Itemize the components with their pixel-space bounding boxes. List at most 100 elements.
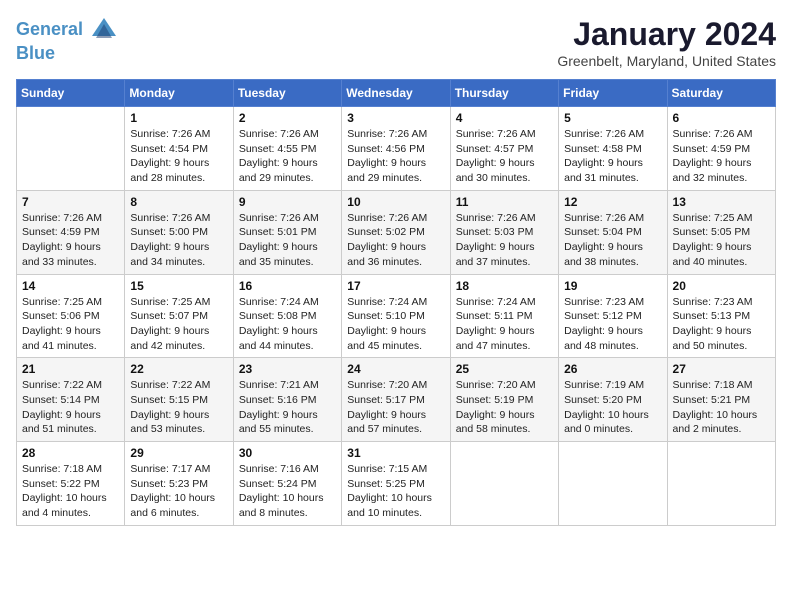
day-info: Sunrise: 7:25 AMSunset: 5:06 PMDaylight:…	[22, 295, 119, 354]
day-number: 18	[456, 279, 553, 293]
day-number: 22	[130, 362, 227, 376]
day-number: 13	[673, 195, 770, 209]
day-number: 31	[347, 446, 444, 460]
table-row: 12Sunrise: 7:26 AMSunset: 5:04 PMDayligh…	[559, 190, 667, 274]
table-row: 17 Sunrise: 7:24 AMSunset: 5:10 PMDayligh…	[342, 274, 450, 358]
day-number: 17	[347, 279, 444, 293]
col-friday: Friday	[559, 80, 667, 107]
table-row: 21Sunrise: 7:22 AMSunset: 5:14 PMDayligh…	[17, 358, 125, 442]
logo-text: General	[16, 16, 118, 44]
day-info: Sunrise: 7:24 AMSunset: 5:10 PMDaylight:…	[347, 295, 444, 354]
table-row: 24 Sunrise: 7:20 AMSunset: 5:17 PMDayligh…	[342, 358, 450, 442]
calendar-week-row: 28 Sunrise: 7:18 AMSunset: 5:22 PMDayligh…	[17, 442, 776, 526]
table-row: 2 Sunrise: 7:26 AMSunset: 4:55 PMDaylight…	[233, 107, 341, 191]
calendar-week-row: 1 Sunrise: 7:26 AMSunset: 4:54 PMDaylight…	[17, 107, 776, 191]
day-number: 29	[130, 446, 227, 460]
day-info: Sunrise: 7:20 AMSunset: 5:17 PMDaylight:…	[347, 378, 444, 437]
table-row	[17, 107, 125, 191]
day-info: Sunrise: 7:26 AMSunset: 4:59 PMDaylight:…	[673, 127, 770, 186]
calendar-week-row: 14 Sunrise: 7:25 AMSunset: 5:06 PMDayligh…	[17, 274, 776, 358]
col-tuesday: Tuesday	[233, 80, 341, 107]
table-row: 26 Sunrise: 7:19 AMSunset: 5:20 PMDayligh…	[559, 358, 667, 442]
table-row	[559, 442, 667, 526]
table-row: 30Sunrise: 7:16 AMSunset: 5:24 PMDayligh…	[233, 442, 341, 526]
table-row: 23 Sunrise: 7:21 AMSunset: 5:16 PMDayligh…	[233, 358, 341, 442]
calendar-week-row: 21Sunrise: 7:22 AMSunset: 5:14 PMDayligh…	[17, 358, 776, 442]
table-row: 29 Sunrise: 7:17 AMSunset: 5:23 PMDayligh…	[125, 442, 233, 526]
table-row: 18 Sunrise: 7:24 AMSunset: 5:11 PMDayligh…	[450, 274, 558, 358]
day-info: Sunrise: 7:26 AMSunset: 4:59 PMDaylight:…	[22, 211, 119, 270]
day-info: Sunrise: 7:26 AMSunset: 4:57 PMDaylight:…	[456, 127, 553, 186]
table-row: 31 Sunrise: 7:15 AMSunset: 5:25 PMDayligh…	[342, 442, 450, 526]
page-header: General Blue January 2024 Greenbelt, Mar…	[16, 16, 776, 69]
table-row: 20 Sunrise: 7:23 AMSunset: 5:13 PMDayligh…	[667, 274, 775, 358]
table-row: 3 Sunrise: 7:26 AMSunset: 4:56 PMDaylight…	[342, 107, 450, 191]
day-number: 23	[239, 362, 336, 376]
table-row: 11 Sunrise: 7:26 AMSunset: 5:03 PMDayligh…	[450, 190, 558, 274]
day-info: Sunrise: 7:24 AMSunset: 5:11 PMDaylight:…	[456, 295, 553, 354]
col-wednesday: Wednesday	[342, 80, 450, 107]
day-info: Sunrise: 7:26 AMSunset: 4:54 PMDaylight:…	[130, 127, 227, 186]
day-number: 20	[673, 279, 770, 293]
day-info: Sunrise: 7:25 AMSunset: 5:05 PMDaylight:…	[673, 211, 770, 270]
day-number: 21	[22, 362, 119, 376]
day-info: Sunrise: 7:26 AMSunset: 4:58 PMDaylight:…	[564, 127, 661, 186]
day-number: 5	[564, 111, 661, 125]
day-number: 16	[239, 279, 336, 293]
day-number: 4	[456, 111, 553, 125]
location: Greenbelt, Maryland, United States	[557, 53, 776, 69]
day-number: 11	[456, 195, 553, 209]
table-row: 10Sunrise: 7:26 AMSunset: 5:02 PMDayligh…	[342, 190, 450, 274]
day-number: 28	[22, 446, 119, 460]
day-number: 27	[673, 362, 770, 376]
table-row	[450, 442, 558, 526]
day-info: Sunrise: 7:21 AMSunset: 5:16 PMDaylight:…	[239, 378, 336, 437]
table-row: 7 Sunrise: 7:26 AMSunset: 4:59 PMDaylight…	[17, 190, 125, 274]
day-info: Sunrise: 7:26 AMSunset: 5:04 PMDaylight:…	[564, 211, 661, 270]
day-number: 2	[239, 111, 336, 125]
table-row: 6Sunrise: 7:26 AMSunset: 4:59 PMDaylight…	[667, 107, 775, 191]
table-row: 28 Sunrise: 7:18 AMSunset: 5:22 PMDayligh…	[17, 442, 125, 526]
day-number: 10	[347, 195, 444, 209]
day-info: Sunrise: 7:18 AMSunset: 5:22 PMDaylight:…	[22, 462, 119, 521]
day-number: 15	[130, 279, 227, 293]
day-info: Sunrise: 7:20 AMSunset: 5:19 PMDaylight:…	[456, 378, 553, 437]
day-info: Sunrise: 7:16 AMSunset: 5:24 PMDaylight:…	[239, 462, 336, 521]
table-row: 25Sunrise: 7:20 AMSunset: 5:19 PMDayligh…	[450, 358, 558, 442]
table-row: 9 Sunrise: 7:26 AMSunset: 5:01 PMDaylight…	[233, 190, 341, 274]
table-row: 22Sunrise: 7:22 AMSunset: 5:15 PMDayligh…	[125, 358, 233, 442]
table-row: 5 Sunrise: 7:26 AMSunset: 4:58 PMDaylight…	[559, 107, 667, 191]
table-row: 13 Sunrise: 7:25 AMSunset: 5:05 PMDayligh…	[667, 190, 775, 274]
table-row: 1 Sunrise: 7:26 AMSunset: 4:54 PMDaylight…	[125, 107, 233, 191]
day-info: Sunrise: 7:15 AMSunset: 5:25 PMDaylight:…	[347, 462, 444, 521]
table-row: 14 Sunrise: 7:25 AMSunset: 5:06 PMDayligh…	[17, 274, 125, 358]
day-info: Sunrise: 7:26 AMSunset: 4:56 PMDaylight:…	[347, 127, 444, 186]
table-row: 27 Sunrise: 7:18 AMSunset: 5:21 PMDayligh…	[667, 358, 775, 442]
calendar-table: Sunday Monday Tuesday Wednesday Thursday…	[16, 79, 776, 526]
day-info: Sunrise: 7:18 AMSunset: 5:21 PMDaylight:…	[673, 378, 770, 437]
day-info: Sunrise: 7:19 AMSunset: 5:20 PMDaylight:…	[564, 378, 661, 437]
day-info: Sunrise: 7:24 AMSunset: 5:08 PMDaylight:…	[239, 295, 336, 354]
logo: General Blue	[16, 16, 118, 64]
day-info: Sunrise: 7:26 AMSunset: 5:03 PMDaylight:…	[456, 211, 553, 270]
day-number: 7	[22, 195, 119, 209]
day-info: Sunrise: 7:26 AMSunset: 4:55 PMDaylight:…	[239, 127, 336, 186]
col-sunday: Sunday	[17, 80, 125, 107]
day-number: 14	[22, 279, 119, 293]
day-number: 24	[347, 362, 444, 376]
day-number: 1	[130, 111, 227, 125]
logo-blue: Blue	[16, 44, 118, 64]
day-info: Sunrise: 7:23 AMSunset: 5:12 PMDaylight:…	[564, 295, 661, 354]
day-info: Sunrise: 7:26 AMSunset: 5:01 PMDaylight:…	[239, 211, 336, 270]
calendar-week-row: 7 Sunrise: 7:26 AMSunset: 4:59 PMDaylight…	[17, 190, 776, 274]
table-row: 4 Sunrise: 7:26 AMSunset: 4:57 PMDaylight…	[450, 107, 558, 191]
calendar-header-row: Sunday Monday Tuesday Wednesday Thursday…	[17, 80, 776, 107]
day-number: 9	[239, 195, 336, 209]
day-info: Sunrise: 7:17 AMSunset: 5:23 PMDaylight:…	[130, 462, 227, 521]
day-number: 26	[564, 362, 661, 376]
day-info: Sunrise: 7:23 AMSunset: 5:13 PMDaylight:…	[673, 295, 770, 354]
day-number: 19	[564, 279, 661, 293]
month-title: January 2024	[557, 16, 776, 53]
day-number: 3	[347, 111, 444, 125]
table-row: 19 Sunrise: 7:23 AMSunset: 5:12 PMDayligh…	[559, 274, 667, 358]
